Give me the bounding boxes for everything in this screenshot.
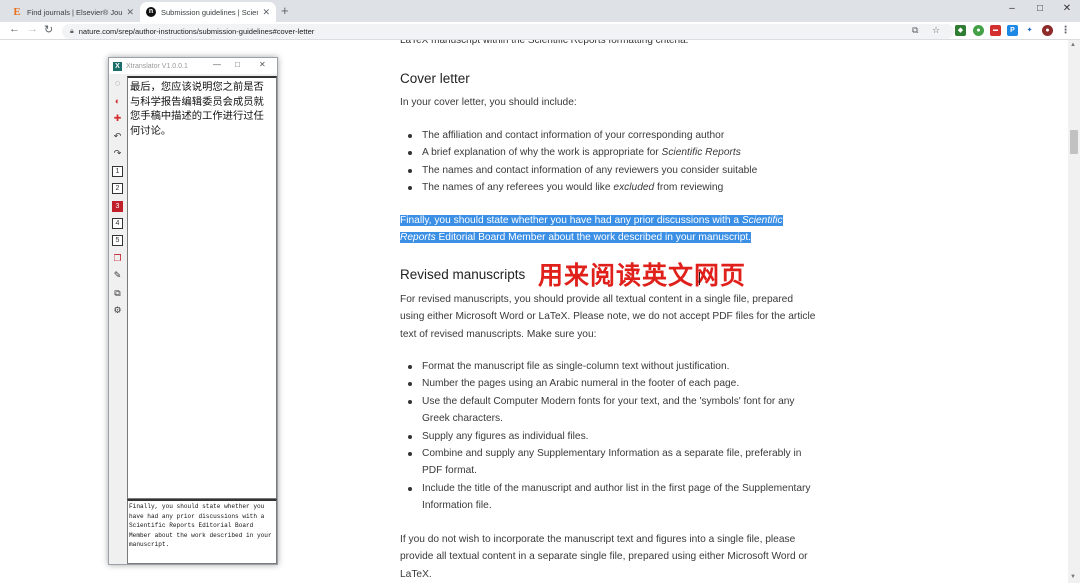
close-icon[interactable]: ✕ xyxy=(126,7,134,18)
maximize-button[interactable]: □ xyxy=(235,60,240,69)
tab-title: Submission guidelines | Scient xyxy=(161,7,259,17)
close-button[interactable]: ✕ xyxy=(259,60,266,69)
xtranslator-toolbar: ◌ ◐ ✚ ↶ ↷ 1 2 3 4 5 ❐ ✎ ⧉ ⚙ xyxy=(109,76,127,564)
list-item: Supply any figures as individual files. xyxy=(400,428,820,445)
back-icon[interactable]: ← xyxy=(9,23,20,35)
avatar[interactable]: ● xyxy=(1042,25,1053,36)
list-item: A brief explanation of why the work is a… xyxy=(400,144,820,161)
source-text-input[interactable]: Finally, you should state whether you ha… xyxy=(127,499,277,564)
revised-outro: If you do not wish to incorporate the ma… xyxy=(400,534,808,580)
translation-output[interactable]: 最后，您应该说明您之前是否与科学报告编辑委员会成员就您手稿中描述的工作进行过任何… xyxy=(127,76,277,499)
edit-icon[interactable]: ✎ xyxy=(112,270,123,281)
xtranslator-window: X Xtranslator V1.0.0.1 — □ ✕ ◌ ◐ ✚ ↶ ↷ 1… xyxy=(108,57,278,565)
tab-title: Find journals | Elsevier® Journ xyxy=(27,7,123,17)
puzzle-icon[interactable]: ✦ xyxy=(1024,25,1035,36)
minimize-button[interactable]: — xyxy=(213,60,221,69)
tab-strip: E Find journals | Elsevier® Journ ✕ n Su… xyxy=(0,0,1080,22)
xtranslator-titlebar[interactable]: X Xtranslator V1.0.0.1 — □ ✕ xyxy=(109,58,277,74)
rotate-right-icon[interactable]: ↷ xyxy=(112,148,123,159)
slot-5-button[interactable]: 5 xyxy=(112,235,123,246)
list-item: The names and contact information of any… xyxy=(400,162,820,179)
list-item: Number the pages using an Arabic numeral… xyxy=(400,375,820,392)
slot-3-button[interactable]: 3 xyxy=(112,201,123,212)
slot-1-button[interactable]: 1 xyxy=(112,166,123,177)
bookmark-star-icon[interactable]: ☆ xyxy=(932,25,940,36)
xtranslator-logo-icon: X xyxy=(113,61,122,71)
maximize-button[interactable]: □ xyxy=(1026,3,1054,14)
list-item: Format the manuscript file as single-col… xyxy=(400,358,820,375)
page-scrollbar[interactable]: ▲ ▼ xyxy=(1068,40,1080,583)
close-icon[interactable]: ✕ xyxy=(262,7,270,18)
new-tab-button[interactable]: + xyxy=(281,3,289,18)
xtranslator-title: Xtranslator V1.0.0.1 xyxy=(126,62,188,70)
heading-revised-manuscripts: Revised manuscripts xyxy=(400,267,526,282)
close-window-button[interactable]: ✕ xyxy=(1053,3,1080,14)
eye-off-icon[interactable]: ◌ xyxy=(112,78,123,89)
translate-icon[interactable]: ⧉ xyxy=(912,25,918,36)
extension-icon[interactable]: ▬ xyxy=(990,25,1001,36)
pin-icon[interactable]: ✚ xyxy=(112,113,123,124)
revised-list: Format the manuscript file as single-col… xyxy=(400,358,820,515)
list-item: The names of any referees you would like… xyxy=(400,179,820,196)
slot-2-button[interactable]: 2 xyxy=(112,183,123,194)
forward-icon[interactable]: → xyxy=(27,23,38,35)
scroll-thumb[interactable] xyxy=(1070,130,1078,154)
slot-4-button[interactable]: 4 xyxy=(112,218,123,229)
lock-icon: 🔒︎ xyxy=(70,27,74,35)
layers-icon[interactable]: ⧉ xyxy=(112,288,123,299)
rotate-left-icon[interactable]: ↶ xyxy=(112,131,123,142)
extension-icon[interactable]: ◆ xyxy=(955,25,966,36)
list-item: Combine and supply any Supplementary Inf… xyxy=(400,445,820,480)
text-cursor xyxy=(699,272,700,285)
list-item: Include the title of the manuscript and … xyxy=(400,480,820,515)
overlay-caption: 用来阅读英文网页 xyxy=(538,261,747,290)
cover-letter-intro: In your cover letter, you should include… xyxy=(400,97,577,108)
browser-toolbar: ← → ↻ 🔒︎ nature.com/srep/author-instruct… xyxy=(0,22,1080,40)
address-bar[interactable]: 🔒︎ nature.com/srep/author-instructions/s… xyxy=(62,24,954,39)
toggle-icon[interactable]: ◐ xyxy=(112,96,123,107)
minimize-button[interactable]: – xyxy=(998,3,1026,14)
partial-line: LaTeX manuscript within the Scientific R… xyxy=(400,40,689,46)
reload-icon[interactable]: ↻ xyxy=(44,23,53,36)
tab-elsevier[interactable]: E Find journals | Elsevier® Journ ✕ xyxy=(6,2,140,22)
gear-icon[interactable]: ⚙ xyxy=(112,305,123,316)
scroll-down-icon[interactable]: ▼ xyxy=(1070,574,1076,580)
menu-icon[interactable]: ⋮ xyxy=(1060,25,1071,36)
selected-paragraph[interactable]: Finally, you should state whether you ha… xyxy=(400,212,820,247)
extension-icon[interactable]: P xyxy=(1007,25,1018,36)
copy-icon[interactable]: ❐ xyxy=(112,253,123,264)
revised-intro: For revised manuscripts, you should prov… xyxy=(400,294,816,340)
tab-submission-guidelines[interactable]: n Submission guidelines | Scient ✕ xyxy=(140,2,276,22)
list-item: The affiliation and contact information … xyxy=(400,127,820,144)
list-item: Use the default Computer Modern fonts fo… xyxy=(400,393,820,428)
scroll-up-icon[interactable]: ▲ xyxy=(1070,42,1076,48)
elsevier-icon: E xyxy=(13,6,21,18)
nature-icon: n xyxy=(146,7,156,17)
heading-cover-letter: Cover letter xyxy=(400,71,470,86)
cover-letter-list: The affiliation and contact information … xyxy=(400,127,820,197)
extension-icon[interactable]: ● xyxy=(973,25,984,36)
url-text: nature.com/srep/author-instructions/subm… xyxy=(78,27,315,36)
